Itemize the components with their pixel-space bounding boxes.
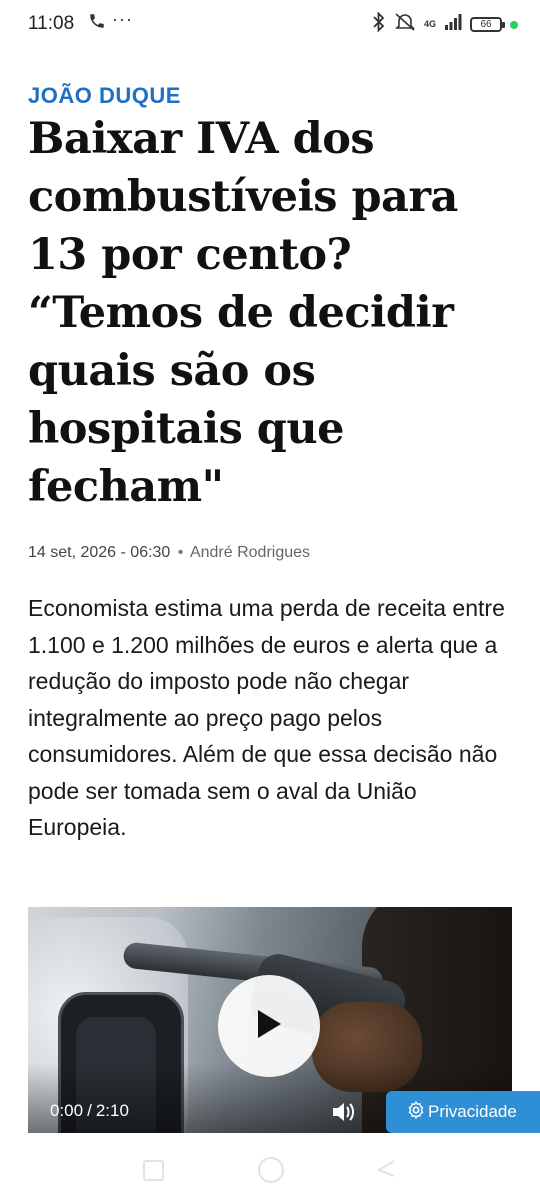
battery-icon: 66 — [470, 17, 505, 32]
article-date: 14 set, 2026 - 06:30 — [28, 544, 171, 561]
article-headline: Baixar IVA dos combustíveis para 13 por … — [28, 114, 458, 512]
article-kicker[interactable]: JOÃO DUQUE — [28, 83, 181, 109]
gear-icon — [406, 1100, 426, 1125]
home-button[interactable] — [258, 1157, 284, 1183]
more-icon: ··· — [112, 9, 133, 29]
byline-separator: • — [177, 544, 184, 561]
article-lede: Economista estima uma perda de receita e… — [28, 595, 505, 840]
play-button[interactable] — [218, 975, 320, 1077]
phone-icon — [88, 12, 106, 35]
bluetooth-icon — [372, 11, 386, 37]
privacy-indicator-dot — [510, 20, 518, 29]
video-time-separator: / — [87, 1101, 92, 1120]
play-icon — [256, 1009, 282, 1044]
status-icons: 4G 66 — [372, 11, 518, 37]
privacy-button[interactable]: Privacidade — [386, 1091, 540, 1133]
back-button[interactable] — [376, 1158, 396, 1183]
status-bar: 11:08 ··· 4G 66 — [0, 0, 540, 48]
privacy-label: Privacidade — [428, 1102, 517, 1121]
mute-icon — [394, 12, 416, 37]
signal-icon — [444, 14, 462, 35]
video-current-time: 0:00 — [50, 1101, 84, 1120]
article-author[interactable]: André Rodrigues — [190, 544, 310, 561]
video-time: 0:00/2:10 — [50, 1101, 129, 1121]
video-duration: 2:10 — [95, 1101, 129, 1120]
byline: 14 set, 2026 - 06:30 • André Rodrigues — [28, 544, 310, 562]
navigation-bar — [0, 1146, 540, 1200]
status-time: 11:08 — [28, 13, 75, 34]
volume-icon[interactable] — [331, 1100, 357, 1129]
recent-apps-button[interactable] — [143, 1160, 164, 1181]
network-label: 4G — [423, 19, 436, 29]
